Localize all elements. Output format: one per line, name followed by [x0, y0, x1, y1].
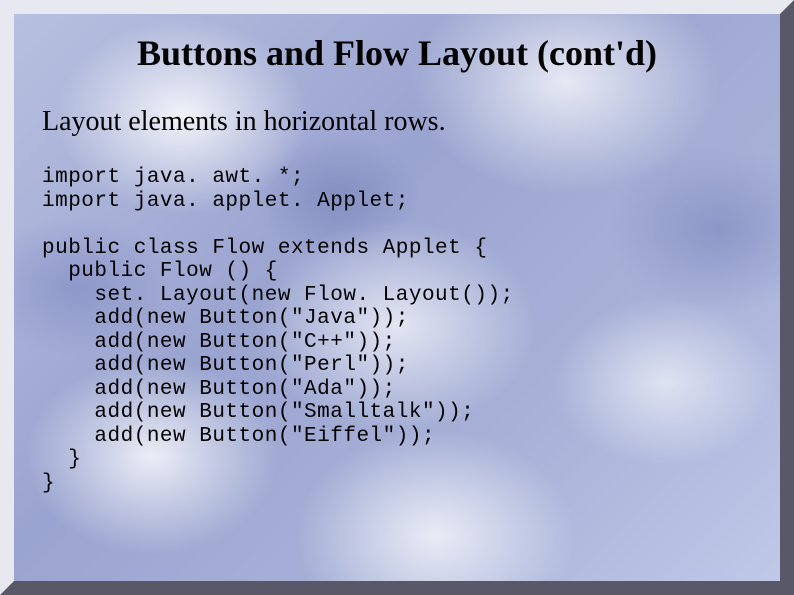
slide-subtitle: Layout elements in horizontal rows.: [42, 106, 752, 138]
slide-title: Buttons and Flow Layout (cont'd): [42, 32, 752, 74]
slide-frame: Buttons and Flow Layout (cont'd) Layout …: [0, 0, 794, 595]
slide-content: Buttons and Flow Layout (cont'd) Layout …: [42, 32, 752, 495]
code-block: import java. awt. *; import java. applet…: [42, 166, 752, 495]
